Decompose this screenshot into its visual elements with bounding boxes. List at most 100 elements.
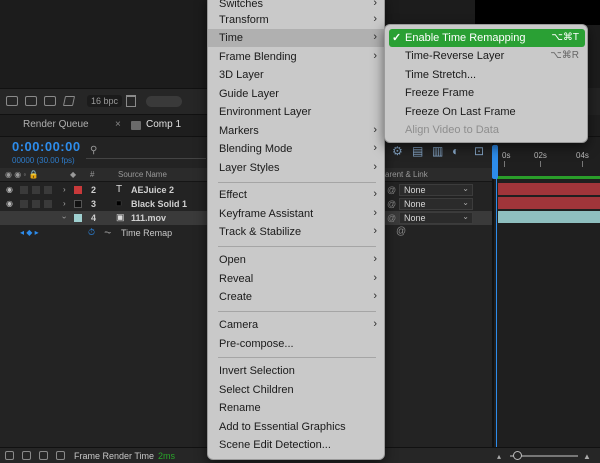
- playhead-handle[interactable]: [492, 145, 498, 179]
- menu-item-pre-compose[interactable]: Pre-compose...: [208, 335, 386, 353]
- tab-render-queue[interactable]: Render Queue: [23, 119, 89, 130]
- zoom-slider-knob[interactable]: [513, 451, 522, 460]
- frame-blending-icon[interactable]: ▥: [432, 144, 443, 158]
- menu-item-transform[interactable]: Transform ›: [208, 11, 386, 29]
- expand-chevron-icon[interactable]: ›: [63, 185, 66, 194]
- stopwatch-icon[interactable]: ⏱: [88, 227, 95, 238]
- new-folder-icon[interactable]: [25, 96, 37, 106]
- menu-item-select-children[interactable]: Select Children: [208, 381, 386, 399]
- dependencies-icon[interactable]: [62, 96, 76, 106]
- menu-item-enable-time-remapping[interactable]: ✓ Enable Time Remapping ⌥⌘T: [389, 29, 585, 47]
- parent-value: None: [404, 213, 426, 223]
- zoom-in-icon[interactable]: ▲: [583, 452, 591, 461]
- menu-item-create[interactable]: Create ›: [208, 288, 386, 306]
- menu-item-scene-edit-detection[interactable]: Scene Edit Detection...: [208, 436, 386, 454]
- lock-switch[interactable]: [44, 186, 52, 194]
- visibility-eye-icon[interactable]: ◉: [6, 199, 13, 208]
- menu-item-reveal[interactable]: Reveal ›: [208, 270, 386, 288]
- pick-whip-icon[interactable]: @: [387, 185, 396, 195]
- submenu-arrow-icon: ›: [373, 318, 377, 330]
- label-color-chip[interactable]: [74, 200, 82, 208]
- solo-switch[interactable]: [32, 200, 40, 208]
- solo-switch[interactable]: [32, 214, 40, 222]
- menu-item-effect[interactable]: Effect ›: [208, 186, 386, 204]
- close-tab-icon[interactable]: ×: [115, 119, 121, 130]
- menu-item-time-reverse-layer[interactable]: Time-Reverse Layer ⌥⌘R: [389, 47, 585, 65]
- menu-item-track-stabilize[interactable]: Track & Stabilize ›: [208, 223, 386, 241]
- lock-switch[interactable]: [44, 200, 52, 208]
- menu-item-frame-blending[interactable]: Frame Blending ›: [208, 48, 386, 66]
- ruler-tick: [582, 161, 583, 167]
- layer-duration-bar[interactable]: [498, 183, 600, 195]
- layer-duration-bar[interactable]: [498, 197, 600, 209]
- layer-name[interactable]: AEJuice 2: [131, 185, 174, 195]
- bit-depth-button[interactable]: 16 bpc: [87, 95, 123, 107]
- ruler-label: 0s: [502, 151, 511, 160]
- solo-switch[interactable]: [32, 186, 40, 194]
- menu-item-environment-layer[interactable]: Environment Layer: [208, 103, 386, 121]
- layer-name[interactable]: Black Solid 1: [131, 199, 187, 209]
- menu-item-markers[interactable]: Markers ›: [208, 122, 386, 140]
- tab-comp-1[interactable]: Comp 1: [146, 119, 181, 130]
- menu-item-freeze-frame[interactable]: Freeze Frame: [389, 84, 585, 102]
- source-name-column-header[interactable]: Source Name: [118, 170, 167, 179]
- menu-item-freeze-on-last-frame[interactable]: Freeze On Last Frame: [389, 103, 585, 121]
- keyframe-navigator-icon[interactable]: ◂ ◆ ▸: [20, 228, 39, 237]
- pick-whip-icon[interactable]: @: [387, 213, 396, 223]
- render-time-icon[interactable]: [56, 451, 65, 460]
- visibility-eye-icon[interactable]: ◉: [6, 185, 13, 194]
- toggle-modes-icon[interactable]: [22, 451, 31, 460]
- audio-switch[interactable]: [20, 200, 28, 208]
- thumbnail-slider[interactable]: [146, 96, 182, 107]
- current-time-display[interactable]: 0:00:00:00: [12, 139, 81, 154]
- lock-switch[interactable]: [44, 214, 52, 222]
- video-switch[interactable]: [4, 214, 12, 222]
- pick-whip-icon[interactable]: @: [387, 199, 396, 209]
- shortcut-label: ⌥⌘R: [550, 50, 579, 61]
- playhead-line[interactable]: [496, 145, 497, 447]
- menu-item-keyframe-assistant[interactable]: Keyframe Assistant ›: [208, 205, 386, 223]
- layer-search-input[interactable]: ⚲: [86, 143, 206, 159]
- menu-item-time[interactable]: Time ›: [208, 29, 386, 47]
- shy-layers-icon[interactable]: ▤: [412, 144, 423, 158]
- trash-icon[interactable]: [126, 95, 136, 107]
- expression-pick-whip-icon[interactable]: @: [396, 226, 406, 237]
- audio-switch[interactable]: [20, 214, 28, 222]
- parent-dropdown[interactable]: None ⌄: [399, 184, 473, 196]
- menu-item-camera[interactable]: Camera ›: [208, 316, 386, 334]
- menu-item-invert-selection[interactable]: Invert Selection: [208, 362, 386, 380]
- label-color-chip[interactable]: [74, 214, 82, 222]
- interpret-footage-icon[interactable]: [6, 96, 18, 106]
- expand-chevron-icon[interactable]: ›: [63, 199, 66, 208]
- menu-item-open[interactable]: Open ›: [208, 251, 386, 269]
- parent-dropdown[interactable]: None ⌄: [399, 212, 473, 224]
- collapse-chevron-icon[interactable]: ›: [60, 216, 69, 219]
- menu-item-layer-styles[interactable]: Layer Styles ›: [208, 159, 386, 177]
- graph-icon[interactable]: ⏦: [104, 227, 111, 238]
- menu-item-rename[interactable]: Rename: [208, 399, 386, 417]
- toggle-switches-icon[interactable]: [5, 451, 14, 460]
- work-area-bar[interactable]: [494, 176, 600, 179]
- submenu-arrow-icon: ›: [373, 290, 377, 302]
- menu-item-blending-mode[interactable]: Blending Mode ›: [208, 140, 386, 158]
- motion-blur-icon[interactable]: ◐: [452, 144, 459, 158]
- menu-item-3d-layer[interactable]: 3D Layer: [208, 66, 386, 84]
- submenu-arrow-icon: ›: [373, 161, 377, 173]
- toggle-in-out-icon[interactable]: [39, 451, 48, 460]
- graph-editor-icon[interactable]: ⊡: [474, 144, 484, 158]
- audio-switch[interactable]: [20, 186, 28, 194]
- label-color-chip[interactable]: [74, 186, 82, 194]
- solid-layer-icon: ■: [116, 198, 122, 208]
- parent-dropdown[interactable]: None ⌄: [399, 198, 473, 210]
- menu-separator: [218, 246, 376, 247]
- timeline-graph-area[interactable]: 0s 02s 04s: [492, 137, 600, 447]
- submenu-arrow-icon: ›: [373, 253, 377, 265]
- menu-item-time-stretch[interactable]: Time Stretch...: [389, 66, 585, 84]
- draft-3d-icon[interactable]: ⚙: [392, 144, 403, 158]
- layer-duration-bar[interactable]: [498, 211, 600, 223]
- new-composition-icon[interactable]: [44, 96, 56, 106]
- layer-name[interactable]: 111.mov: [131, 213, 166, 223]
- menu-item-add-to-essential-graphics[interactable]: Add to Essential Graphics: [208, 418, 386, 436]
- zoom-out-icon[interactable]: ▴: [497, 452, 501, 461]
- menu-item-guide-layer[interactable]: Guide Layer: [208, 85, 386, 103]
